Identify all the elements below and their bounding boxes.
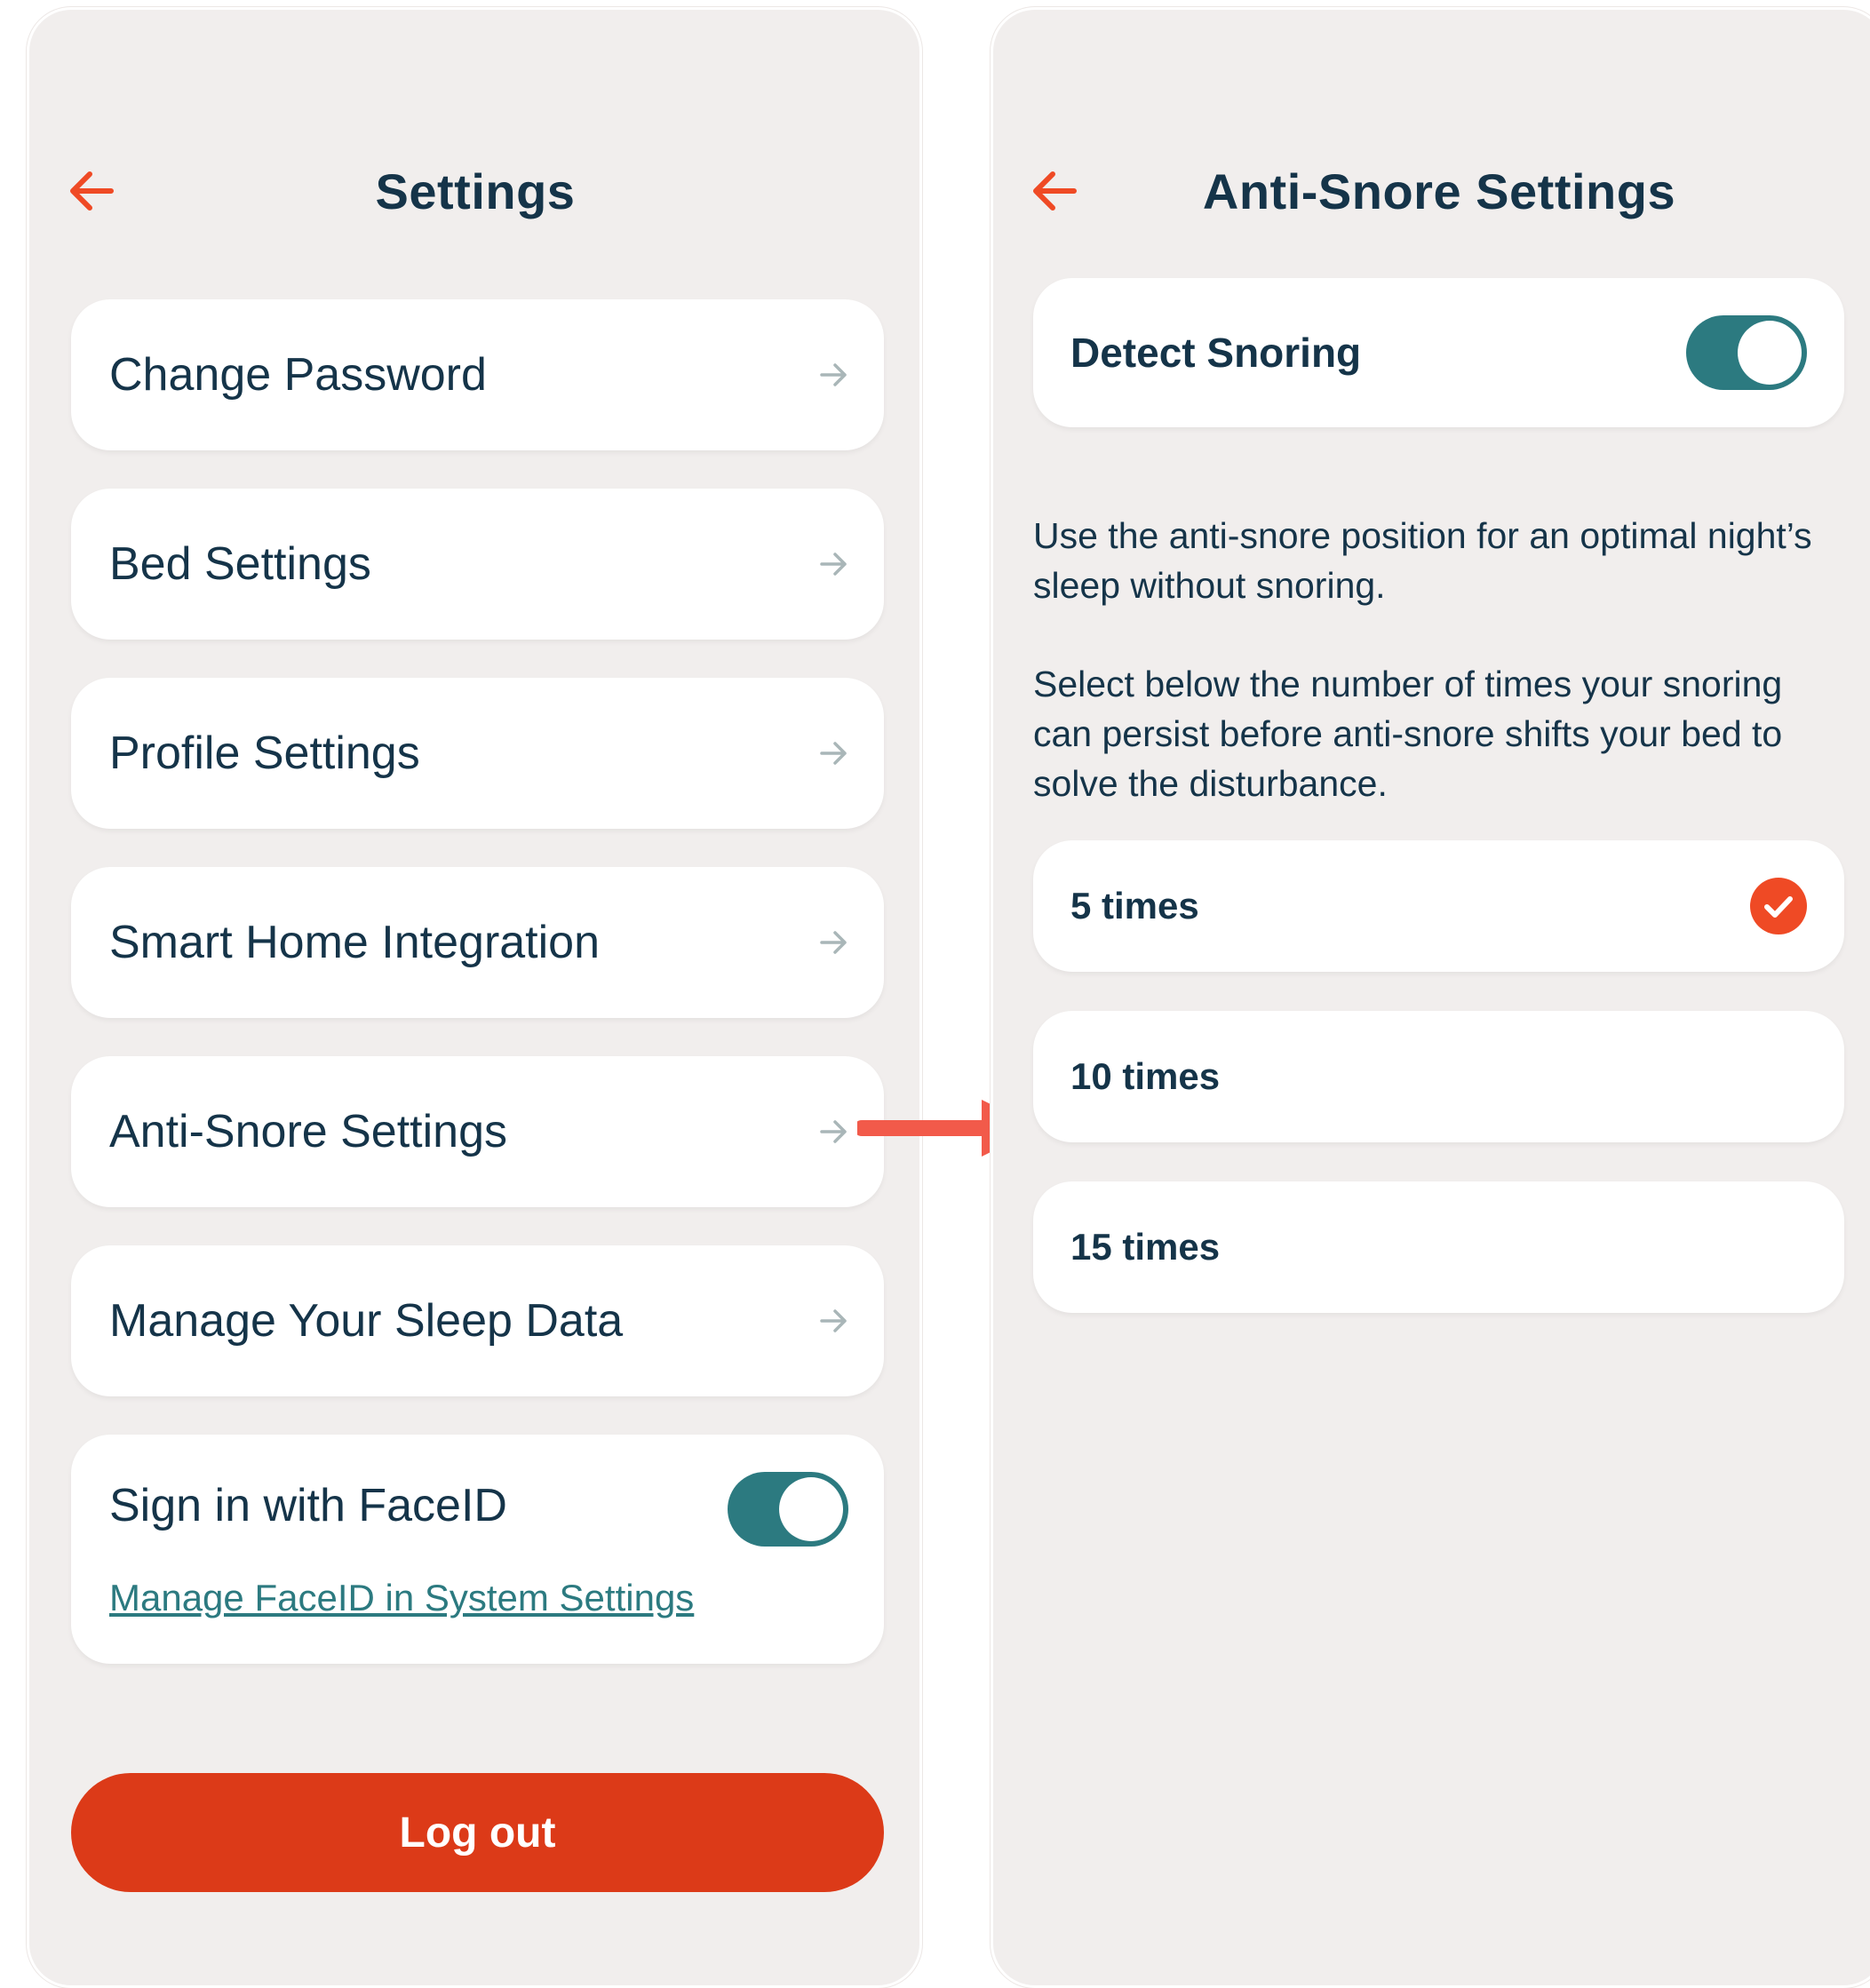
logout-button[interactable]: Log out xyxy=(71,1773,884,1892)
detect-snoring-toggle[interactable] xyxy=(1686,315,1807,390)
chevron-arrow-right-icon xyxy=(818,1117,848,1147)
option-15-times[interactable]: 15 times xyxy=(1033,1181,1844,1313)
toggle-knob xyxy=(779,1477,843,1541)
option-label: 5 times xyxy=(1070,885,1199,926)
manage-faceid-link[interactable]: Manage FaceID in System Settings xyxy=(109,1577,694,1619)
option-label: 10 times xyxy=(1070,1055,1221,1097)
detect-snoring-card: Detect Snoring xyxy=(1033,278,1844,427)
checkmark-icon xyxy=(1750,878,1807,934)
detect-snoring-label: Detect Snoring xyxy=(1070,330,1362,376)
page-title: Settings xyxy=(375,163,576,219)
page-title: Anti-Snore Settings xyxy=(1202,163,1676,219)
chevron-arrow-right-icon xyxy=(818,549,848,579)
anti-snore-screen: Anti-Snore Settings Detect Snoring Use t… xyxy=(991,7,1870,1988)
menu-item-label: Smart Home Integration xyxy=(109,917,601,968)
menu-item-change-password[interactable]: Change Password xyxy=(71,299,884,450)
menu-item-manage-sleep-data[interactable]: Manage Your Sleep Data xyxy=(71,1245,884,1396)
chevron-arrow-right-icon xyxy=(818,1306,848,1336)
chevron-arrow-right-icon xyxy=(818,738,848,768)
menu-item-label: Anti-Snore Settings xyxy=(109,1106,508,1157)
faceid-label: Sign in with FaceID xyxy=(109,1480,507,1531)
faceid-toggle[interactable] xyxy=(728,1472,848,1547)
option-10-times[interactable]: 10 times xyxy=(1033,1011,1844,1142)
description-text: Use the anti-snore position for an optim… xyxy=(1033,515,1812,606)
option-label: 15 times xyxy=(1070,1226,1221,1268)
menu-item-label: Change Password xyxy=(109,349,487,401)
menu-item-anti-snore-settings[interactable]: Anti-Snore Settings xyxy=(71,1056,884,1207)
menu-item-label: Manage Your Sleep Data xyxy=(109,1295,624,1347)
menu-item-profile-settings[interactable]: Profile Settings xyxy=(71,678,884,829)
option-5-times[interactable]: 5 times xyxy=(1033,840,1844,972)
menu-item-bed-settings[interactable]: Bed Settings xyxy=(71,489,884,640)
toggle-knob xyxy=(1738,321,1802,385)
chevron-arrow-right-icon xyxy=(818,927,848,958)
menu-item-label: Profile Settings xyxy=(109,728,420,779)
faceid-card: Sign in with FaceID Manage FaceID in Sys… xyxy=(71,1435,884,1664)
chevron-arrow-right-icon xyxy=(818,360,848,390)
menu-item-smart-home-integration[interactable]: Smart Home Integration xyxy=(71,867,884,1018)
settings-screen: Settings Change Password Bed Settings Pr… xyxy=(27,7,922,1988)
menu-item-label: Bed Settings xyxy=(109,538,371,590)
instruction-text: Select below the number of times your sn… xyxy=(1033,664,1783,804)
